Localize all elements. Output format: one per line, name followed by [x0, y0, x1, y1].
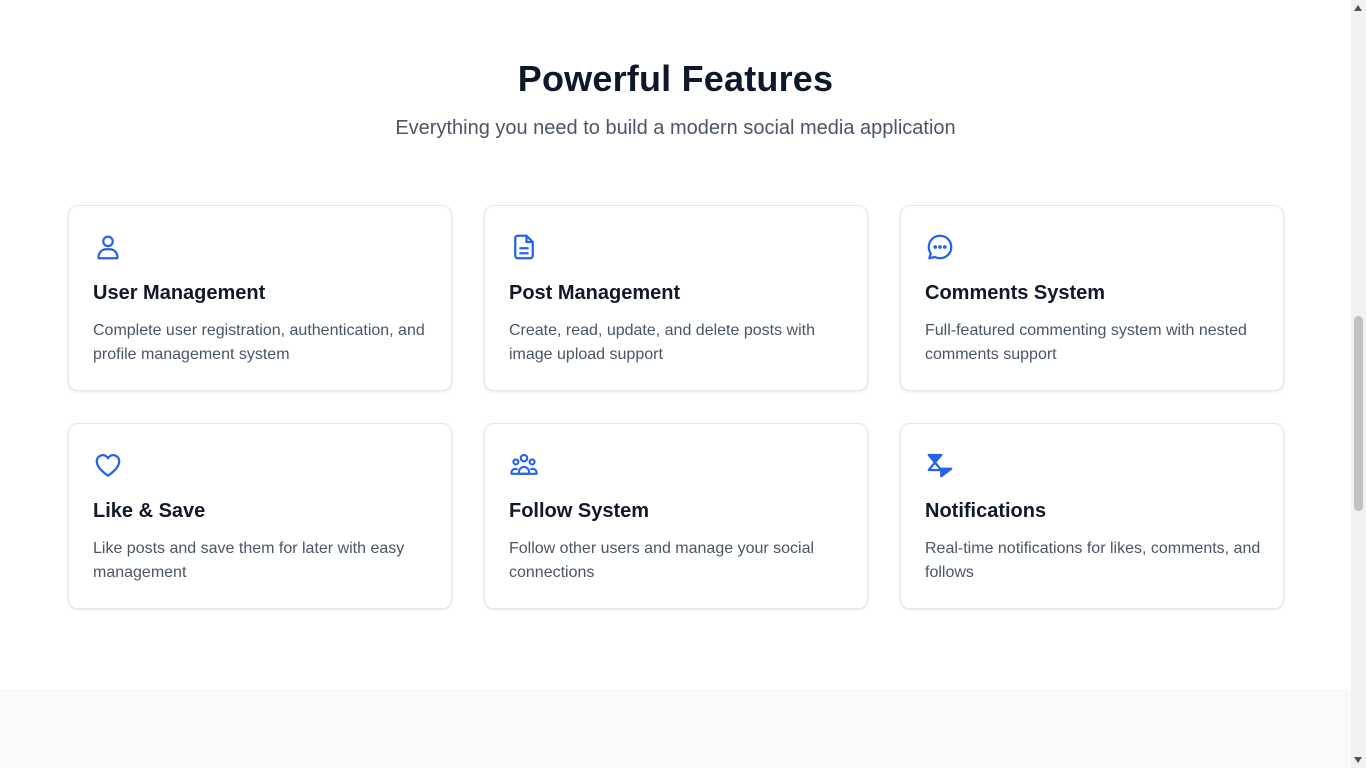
chat-bubble-icon: [925, 232, 955, 262]
section-subtitle: Everything you need to build a modern so…: [395, 117, 956, 139]
feature-card-user-management: User Management Complete user registrati…: [68, 205, 452, 391]
feature-title: Like & Save: [93, 500, 206, 522]
section-title: Powerful Features: [517, 58, 834, 99]
feature-title: User Management: [93, 282, 266, 304]
feature-card-post-management: Post Management Create, read, update, an…: [484, 205, 868, 391]
feature-card-comments-system: Comments System Full-featured commenting…: [900, 205, 1284, 391]
feature-title: Comments System: [925, 282, 1106, 304]
feature-card-like-save: Like & Save Like posts and save them for…: [68, 423, 452, 609]
document-icon: [509, 232, 539, 262]
feature-description: Like posts and save them for later with …: [93, 540, 405, 581]
users-group-icon: [509, 450, 539, 480]
feature-title: Follow System: [509, 500, 650, 522]
feature-title: Notifications: [925, 500, 1047, 522]
next-section-background: [0, 689, 1351, 768]
page: Powerful Features Everything you need to…: [0, 0, 1351, 768]
scroll-up-arrow-icon[interactable]: [1351, 0, 1366, 17]
user-icon: [93, 232, 123, 262]
feature-description: Full-featured commenting system with nes…: [925, 322, 1247, 363]
vertical-scrollbar[interactable]: [1351, 0, 1366, 768]
feature-description: Complete user registration, authenticati…: [93, 322, 425, 363]
feature-description: Follow other users and manage your socia…: [509, 540, 815, 581]
notification-icon: [925, 450, 955, 480]
scrollbar-thumb[interactable]: [1354, 316, 1363, 511]
heart-icon: [93, 450, 123, 480]
feature-title: Post Management: [509, 282, 681, 304]
feature-card-notifications: Notifications Real-time notifications fo…: [900, 423, 1284, 609]
feature-description: Real-time notifications for likes, comme…: [925, 540, 1261, 581]
feature-description: Create, read, update, and delete posts w…: [509, 322, 815, 363]
feature-card-follow-system: Follow System Follow other users and man…: [484, 423, 868, 609]
scroll-down-arrow-icon[interactable]: [1351, 751, 1366, 768]
